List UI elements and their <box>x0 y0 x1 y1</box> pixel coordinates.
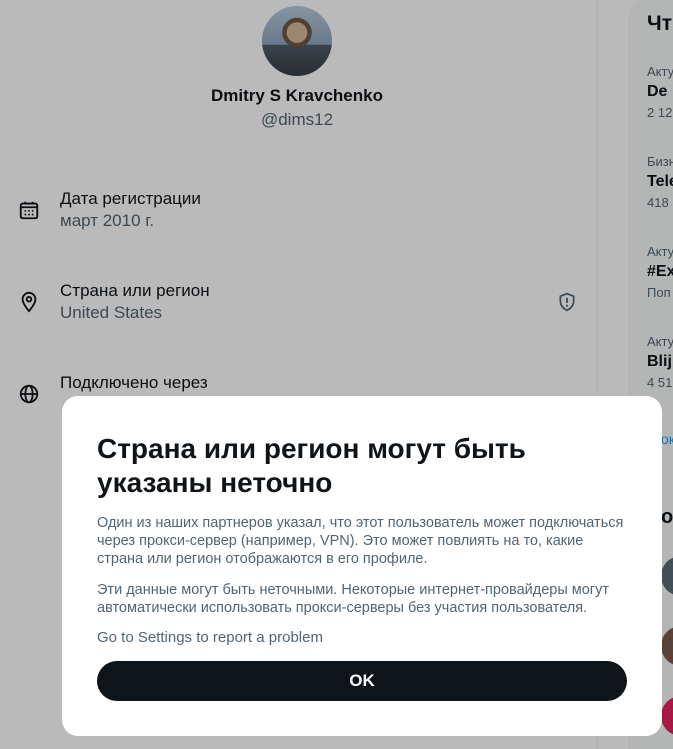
ok-button[interactable]: OK <box>97 661 627 701</box>
dialog-title: Страна или регион могут быть указаны нет… <box>97 433 526 498</box>
location-accuracy-dialog: Страна или регион могут быть указаны нет… <box>62 396 662 736</box>
dialog-paragraph: Эти данные могут быть неточными. Некотор… <box>97 582 609 616</box>
dialog-paragraph: Один из наших партнеров указал, что этот… <box>97 515 624 567</box>
settings-report-link[interactable]: Go to Settings to report a problem <box>97 629 323 646</box>
